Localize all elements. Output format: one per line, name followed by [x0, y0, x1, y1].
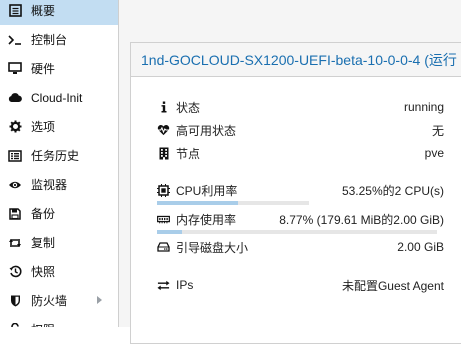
ha-value: 无 — [431, 123, 444, 138]
sidebar-item-backup[interactable]: 备份 — [0, 199, 118, 228]
ips-row: IPs 未配置Guest Agent — [157, 276, 444, 294]
sidebar-item-summary[interactable]: 概要 — [0, 0, 118, 25]
sidebar-item-options[interactable]: 选项 — [0, 112, 118, 141]
sidebar-item-console[interactable]: 控制台 — [0, 25, 118, 54]
expand-arrow-icon[interactable] — [97, 296, 102, 304]
sidebar: 概要 控制台 硬件 Cloud-Init 选项 任务历史 监视器 备份 复制 快… — [0, 0, 119, 327]
boot-disk-row: 引导磁盘大小 2.00 GiB — [157, 238, 444, 256]
ha-label: 高可用状态 — [176, 123, 237, 138]
main-content: 1nd-GOCLOUD-SX1200-UEFI-beta-10-0-0-4 (运… — [119, 0, 461, 344]
sidebar-item-hardware[interactable]: 硬件 — [0, 54, 118, 83]
status-panel: 1nd-GOCLOUD-SX1200-UEFI-beta-10-0-0-4 (运… — [130, 42, 461, 344]
boot-disk-label: 引导磁盘大小 — [176, 240, 249, 255]
memory-row: 内存使用率 8.77% (179.61 MiB的2.00 GiB) — [157, 210, 444, 228]
sidebar-item-label: 控制台 — [31, 33, 68, 47]
status-row: 状态 running — [157, 98, 444, 116]
sidebar-item-replication[interactable]: 复制 — [0, 228, 118, 257]
sidebar-item-permissions[interactable]: 权限 — [0, 315, 118, 327]
node-value: pve — [424, 146, 444, 160]
sidebar-item-label: 防火墙 — [31, 294, 68, 308]
sidebar-item-task-history[interactable]: 任务历史 — [0, 141, 118, 170]
cpu-icon — [157, 183, 170, 197]
cpu-row: CPU利用率 53.25%的2 CPU(s) — [157, 181, 444, 199]
status-label: 状态 — [176, 100, 201, 115]
sidebar-item-label: 概要 — [31, 4, 56, 18]
memory-usage-fill — [157, 230, 182, 234]
panel-title: 1nd-GOCLOUD-SX1200-UEFI-beta-10-0-0-4 (运… — [141, 51, 457, 68]
list-icon — [8, 149, 22, 163]
retweet-icon — [8, 236, 22, 250]
sidebar-item-label: 硬件 — [31, 62, 56, 76]
cpu-value: 53.25%的2 CPU(s) — [341, 183, 444, 198]
boot-disk-value: 2.00 GiB — [397, 240, 444, 254]
memory-icon — [157, 213, 170, 226]
exchange-icon — [157, 279, 170, 292]
memory-value: 8.77% (179.61 MiB的2.00 GiB) — [279, 212, 444, 227]
sidebar-item-label: 选项 — [31, 120, 56, 134]
heartbeat-icon — [157, 124, 170, 137]
terminal-icon — [8, 33, 22, 47]
sidebar-item-label: 备份 — [31, 207, 56, 221]
node-row: 节点 pve — [157, 144, 444, 162]
shield-icon — [8, 294, 22, 308]
gear-icon — [8, 120, 22, 134]
panel-header: 1nd-GOCLOUD-SX1200-UEFI-beta-10-0-0-4 (运… — [131, 43, 461, 77]
sidebar-item-monitor[interactable]: 监视器 — [0, 170, 118, 199]
sidebar-item-firewall[interactable]: 防火墙 — [0, 286, 118, 315]
cpu-label: CPU利用率 — [176, 183, 238, 198]
cpu-usage-fill — [157, 201, 238, 205]
sidebar-item-label: 任务历史 — [31, 149, 80, 163]
sidebar-item-label: 复制 — [31, 236, 56, 250]
sidebar-item-snapshot[interactable]: 快照 — [0, 257, 118, 286]
floppy-icon — [8, 207, 22, 221]
memory-label: 内存使用率 — [176, 212, 237, 227]
sidebar-item-label: 快照 — [31, 265, 56, 279]
history-icon — [8, 265, 22, 279]
unlock-icon — [8, 323, 22, 327]
building-icon — [157, 147, 170, 160]
ha-row: 高可用状态 无 — [157, 121, 444, 139]
cpu-usage-bar — [157, 201, 309, 205]
monitor-icon — [8, 62, 22, 76]
sidebar-item-label: 监视器 — [31, 178, 68, 192]
eye-icon — [8, 178, 22, 192]
ips-label: IPs — [176, 278, 194, 292]
info-icon — [157, 101, 170, 114]
node-label: 节点 — [176, 146, 201, 161]
ips-value: 未配置Guest Agent — [341, 278, 444, 293]
hdd-icon — [157, 241, 170, 254]
memory-usage-bar — [157, 230, 437, 234]
status-value: running — [403, 100, 444, 114]
sidebar-item-cloud-init[interactable]: Cloud-Init — [0, 83, 118, 112]
sidebar-item-label: 权限 — [31, 321, 55, 327]
cloud-icon — [8, 91, 22, 105]
book-icon — [8, 4, 22, 18]
sidebar-item-label: Cloud-Init — [31, 90, 83, 105]
